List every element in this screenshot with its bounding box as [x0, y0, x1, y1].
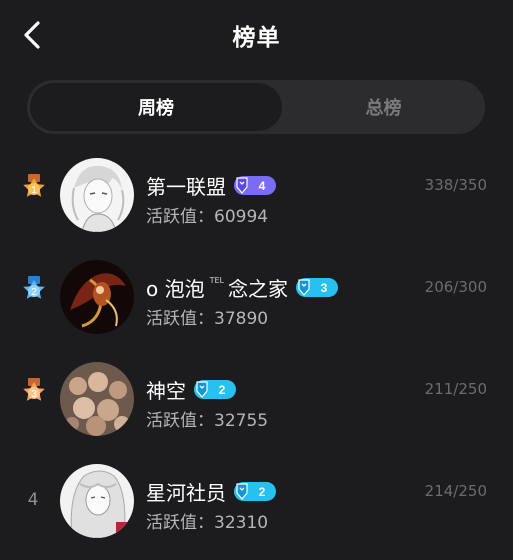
ranking-row[interactable]: 1 第一联盟 4 活跃值：60994 338/350: [0, 152, 513, 254]
rank-number: 1: [31, 185, 37, 196]
activity-value: 活跃值：60994: [146, 207, 269, 227]
activity-value: 活跃值：37890: [146, 309, 269, 329]
ranking-row[interactable]: 2 o 泡泡 TEL 念之家 3 活跃值：37890 206/300: [0, 254, 513, 356]
rank-number: 3: [31, 389, 37, 400]
group-name: o 泡泡: [146, 277, 205, 301]
tel-mark: TEL: [209, 276, 224, 285]
level-badge: 2: [194, 380, 236, 399]
level-number: 3: [321, 281, 328, 295]
avatar[interactable]: [60, 158, 134, 232]
top-bar: 榜单: [0, 0, 513, 70]
rank-number: 2: [31, 287, 37, 298]
ranking-tabs: 周榜 总榜: [27, 80, 485, 134]
tab-total[interactable]: 总榜: [282, 80, 485, 134]
member-count: 211/250: [424, 380, 487, 398]
level-number: 4: [259, 179, 266, 193]
bronze-medal-icon: 3: [17, 376, 51, 410]
group-name: 神空: [146, 379, 186, 403]
level-number: 2: [259, 485, 266, 499]
level-badge: 2: [234, 482, 276, 501]
group-name: 第一联盟: [146, 175, 226, 199]
level-badge: 3: [296, 278, 338, 297]
level-number: 2: [219, 383, 226, 397]
activity-value: 活跃值：32755: [146, 411, 269, 431]
rank-number: 4: [27, 490, 39, 510]
member-count: 206/300: [424, 278, 487, 296]
gold-medal-icon: 1: [17, 172, 51, 206]
avatar[interactable]: [60, 362, 134, 436]
ranking-row[interactable]: 3 神空 2 活跃值：32755 211/250: [0, 356, 513, 458]
member-count: 338/350: [424, 176, 487, 194]
member-count: 214/250: [424, 482, 487, 500]
group-name-suffix: 念之家: [228, 277, 288, 301]
avatar[interactable]: [60, 260, 134, 334]
silver-medal-icon: 2: [17, 274, 51, 308]
activity-value: 活跃值：32310: [146, 513, 269, 533]
group-name: 星河社员: [146, 481, 226, 505]
level-badge: 4: [234, 176, 276, 195]
ranking-row[interactable]: 4 星河社员 2 活跃值：32310 214/250: [0, 458, 513, 560]
page-title: 榜单: [232, 25, 281, 51]
avatar[interactable]: [60, 464, 134, 538]
tab-weekly[interactable]: 周榜: [30, 83, 282, 131]
